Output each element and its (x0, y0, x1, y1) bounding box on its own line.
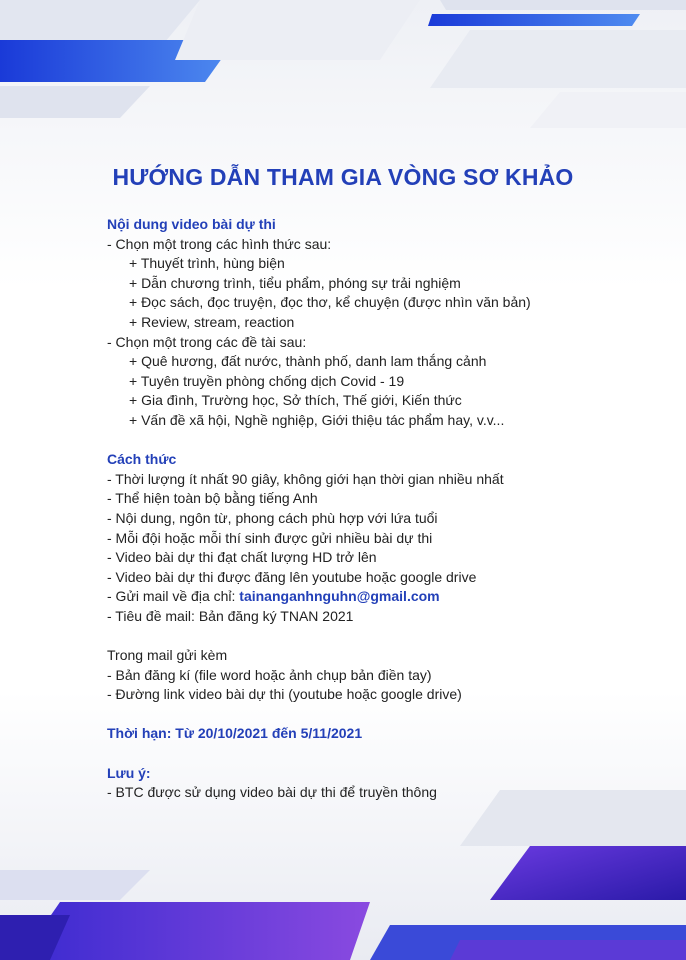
topic-item: + Gia đình, Trường học, Sở thích, Thế gi… (129, 392, 462, 409)
section-heading-video-content: Nội dung video bài dự thi (107, 216, 276, 232)
method-item: - Video bài dự thi được đăng lên youtube… (107, 568, 477, 585)
topic-item: + Vấn đề xã hội, Nghề nghiệp, Giới thiệu… (129, 411, 505, 428)
page-title: HƯỚNG DẪN THAM GIA VÒNG SƠ KHẢO (112, 164, 574, 190)
note-item: - BTC được sử dụng video bài dự thi để t… (107, 784, 437, 801)
mail-subject: - Tiêu đề mail: Bản đăng ký TNAN 2021 (107, 607, 354, 624)
topic-intro: - Chọn một trong các đề tài sau: (107, 333, 307, 350)
method-item: - Video bài dự thi đạt chất lượng HD trở… (107, 549, 377, 566)
method-item: - Thời lượng ít nhất 90 giây, không giới… (107, 470, 504, 487)
form-item: + Review, stream, reaction (129, 313, 295, 330)
deadline: Thời hạn: Từ 20/10/2021 đến 5/11/2021 (107, 725, 363, 742)
topic-item: + Quê hương, đất nước, thành phố, danh l… (129, 353, 487, 370)
method-item: - Nội dung, ngôn từ, phong cách phù hợp … (107, 509, 438, 526)
section-heading-method: Cách thức (107, 451, 177, 468)
method-item: - Thể hiện toàn bộ bằng tiếng Anh (107, 490, 318, 507)
method-item: - Mỗi đội hoặc mỗi thí sinh được gửi nhi… (107, 529, 433, 546)
form-item: + Thuyết trình, hùng biện (129, 255, 285, 272)
poster: HƯỚNG DẪN THAM GIA VÒNG SƠ KHẢO Nội dung… (0, 0, 686, 960)
email-address: tainanganhnguhn@gmail.com (239, 588, 440, 605)
mail-prefix: - Gửi mail về địa chỉ: (107, 588, 240, 605)
form-intro: - Chọn một trong các hình thức sau: (107, 235, 332, 252)
attachment-item: - Đường link video bài dự thi (youtube h… (107, 686, 462, 703)
topic-item: + Tuyên truyền phòng chống dịch Covid - … (129, 372, 405, 389)
attachment-item: - Bản đăng kí (file word hoặc ảnh chụp b… (107, 666, 432, 683)
section-heading-attachments: Trong mail gửi kèm (107, 647, 228, 664)
mail-line: - Gửi mail về địa chỉ: tainanganhnguhn@g… (107, 587, 667, 607)
content: Nội dung video bài dự thi - Chọn một tro… (107, 215, 667, 803)
note-heading: Lưu ý: (107, 764, 151, 781)
form-item: + Đọc sách, đọc truyện, đọc thơ, kể chuy… (129, 294, 531, 311)
form-item: + Dẫn chương trình, tiểu phẩm, phóng sự … (129, 274, 461, 291)
